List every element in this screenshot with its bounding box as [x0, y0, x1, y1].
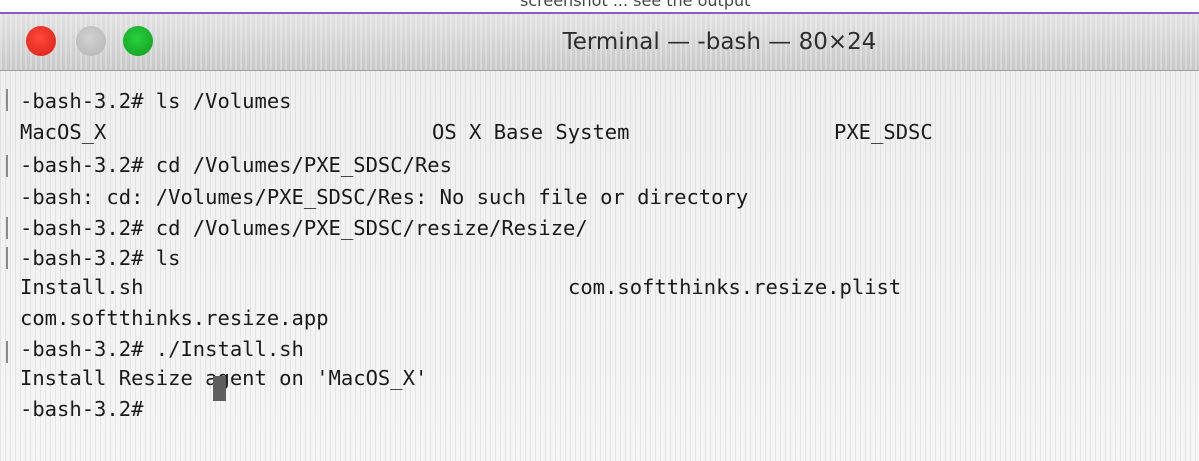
volume-entry: MacOS_X: [20, 120, 107, 144]
terminal-line: com.softthinks.resize.app: [20, 306, 329, 330]
terminal-line: Install.sh com.softthinks.resize.plist: [20, 272, 901, 302]
text-cursor: [213, 376, 226, 401]
terminal-line: -bash: cd: /Volumes/PXE_SDSC/Res: No suc…: [20, 185, 749, 209]
ls-entry: Install.sh: [20, 275, 144, 299]
mark-icon: [6, 341, 8, 363]
terminal-line: -bash-3.2# ./Install.sh: [20, 337, 304, 361]
volume-entry: OS X Base System: [432, 120, 630, 144]
ls-entry: com.softthinks.resize.plist: [568, 275, 902, 299]
window-title: Terminal — -bash — 80×24: [562, 29, 877, 55]
mark-icon: [6, 217, 8, 239]
terminal-prompt: -bash-3.2#: [20, 397, 156, 421]
terminal-content[interactable]: -bash-3.2# ls /Volumes MacOS_X OS X Base…: [0, 71, 1199, 461]
title-bar[interactable]: Terminal — -bash — 80×24: [0, 14, 1199, 71]
volume-entry: PXE_SDSC: [834, 120, 933, 144]
terminal-line: -bash-3.2# ls /Volumes: [20, 89, 292, 113]
terminal-line: -bash-3.2# cd /Volumes/PXE_SDSC/resize/R…: [20, 216, 588, 240]
terminal-window: Terminal — -bash — 80×24 -bash-3.2# ls /…: [0, 12, 1199, 461]
cropped-caption: screenshot ... see the output: [0, 0, 1199, 12]
caption-text: screenshot ... see the output: [520, 0, 751, 10]
terminal-line: -bash-3.2# ls: [20, 246, 181, 270]
terminal-line: -bash-3.2# cd /Volumes/PXE_SDSC/Res: [20, 153, 452, 177]
mark-icon: [6, 89, 8, 111]
terminal-line: MacOS_X OS X Base System PXE_SDSC: [20, 117, 933, 147]
mark-icon: [6, 247, 8, 269]
mark-icon: [6, 155, 8, 177]
